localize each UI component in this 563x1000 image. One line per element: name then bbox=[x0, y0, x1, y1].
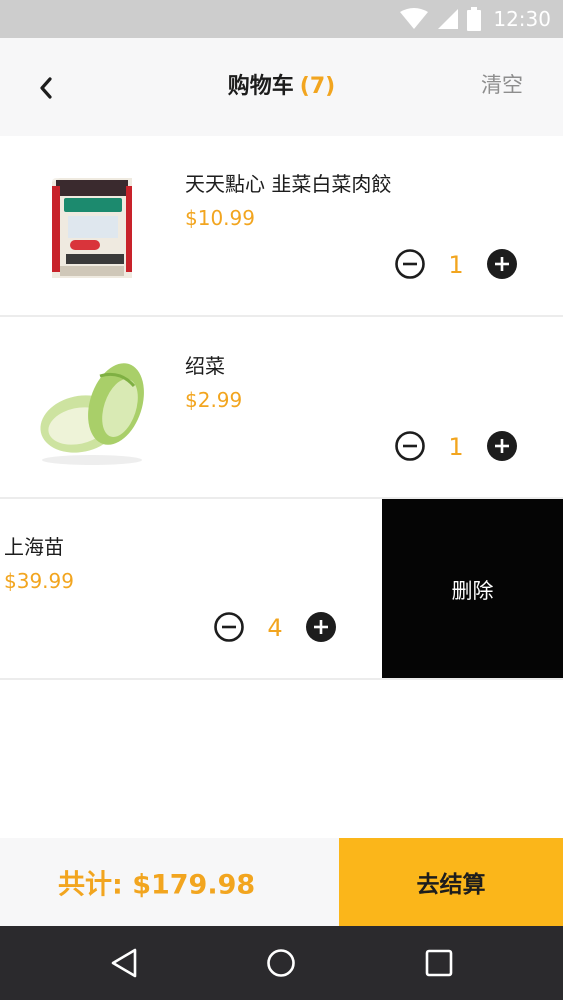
cart-item[interactable]: 绍菜 $2.99 1 bbox=[0, 318, 563, 499]
checkout-bar: 共计: $179.98 去结算 bbox=[0, 838, 563, 926]
cart-item-swiped[interactable]: 上海苗 $39.99 4 删除 bbox=[0, 499, 563, 680]
cart-count: (7) bbox=[299, 74, 336, 99]
cart-item-content[interactable]: 上海苗 $39.99 4 bbox=[0, 499, 382, 678]
clear-cart-button[interactable]: 清空 bbox=[481, 69, 523, 99]
status-bar: 12:30 bbox=[0, 0, 563, 38]
battery-icon bbox=[467, 7, 482, 31]
product-price: $39.99 bbox=[4, 569, 74, 593]
minus-circle-icon[interactable] bbox=[394, 430, 426, 462]
quantity-value: 1 bbox=[448, 251, 464, 279]
quantity-stepper: 4 bbox=[213, 611, 337, 645]
product-name: 天天點心 韭菜白菜肉餃 bbox=[185, 172, 392, 196]
quantity-stepper: 1 bbox=[394, 430, 518, 464]
product-name: 上海苗 bbox=[4, 535, 64, 559]
plus-circle-icon[interactable] bbox=[486, 430, 518, 462]
recents-square-icon[interactable] bbox=[421, 945, 457, 981]
status-time: 12:30 bbox=[493, 7, 551, 31]
cart-title: 购物车 bbox=[227, 74, 294, 99]
product-image-napa-cabbage bbox=[30, 346, 150, 466]
delete-button[interactable]: 删除 bbox=[382, 499, 563, 678]
checkout-button[interactable]: 去结算 bbox=[339, 838, 563, 926]
product-image-dumplings bbox=[30, 164, 150, 284]
home-circle-icon[interactable] bbox=[263, 945, 299, 981]
minus-circle-icon[interactable] bbox=[213, 611, 245, 643]
system-nav-bar bbox=[0, 926, 563, 1000]
product-name: 绍菜 bbox=[185, 354, 225, 378]
minus-circle-icon[interactable] bbox=[394, 248, 426, 280]
app-header: 购物车 (7) 清空 bbox=[0, 38, 563, 136]
product-price: $10.99 bbox=[185, 206, 255, 230]
page-title: 购物车 (7) bbox=[0, 68, 563, 100]
status-icons: 12:30 bbox=[399, 6, 551, 32]
back-triangle-icon[interactable] bbox=[106, 945, 142, 981]
product-price: $2.99 bbox=[185, 388, 243, 412]
wifi-icon bbox=[400, 8, 429, 29]
quantity-value: 4 bbox=[267, 614, 283, 642]
signal-icon bbox=[438, 9, 459, 29]
plus-circle-icon[interactable] bbox=[305, 611, 337, 643]
quantity-stepper: 1 bbox=[394, 248, 518, 282]
cart-item[interactable]: 天天點心 韭菜白菜肉餃 $10.99 1 bbox=[0, 136, 563, 317]
total-amount: 共计: $179.98 bbox=[58, 869, 256, 901]
plus-circle-icon[interactable] bbox=[486, 248, 518, 280]
quantity-value: 1 bbox=[448, 433, 464, 461]
